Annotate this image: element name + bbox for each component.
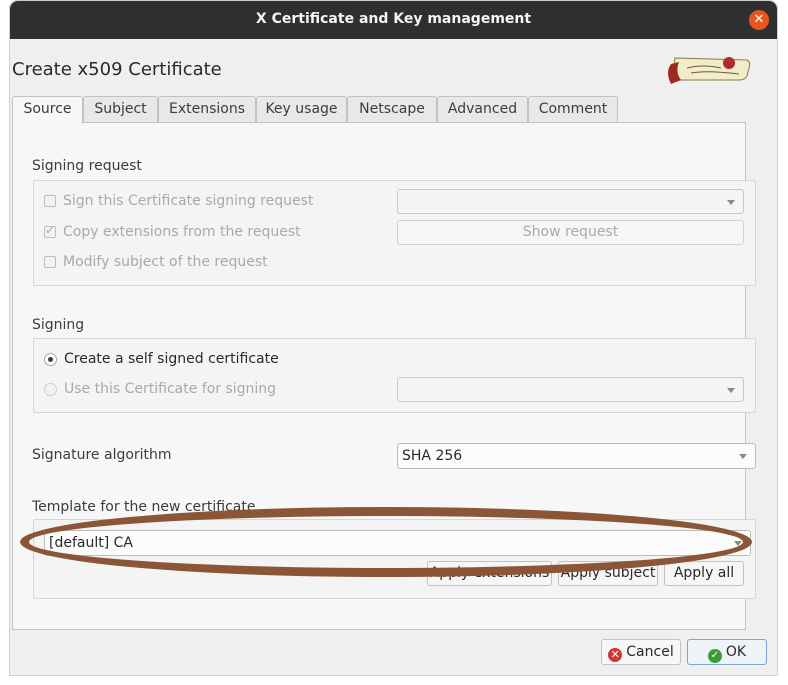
copy-extensions-checkbox[interactable]: ✓	[44, 223, 56, 238]
tab-comment[interactable]: Comment	[528, 96, 618, 122]
check-icon: ✓	[45, 223, 56, 237]
ok-label: OK	[725, 644, 747, 660]
signature-algorithm-select[interactable]: SHA 256	[397, 443, 756, 469]
cancel-button[interactable]: ✕ Cancel	[601, 639, 681, 665]
modify-subject-label: Modify subject of the request	[63, 254, 268, 270]
tab-source[interactable]: Source	[12, 96, 83, 124]
sign-csr-checkbox[interactable]	[44, 195, 56, 207]
modify-subject-checkbox[interactable]	[44, 256, 56, 268]
show-request-button[interactable]: Show request	[397, 220, 744, 245]
xca-logo	[668, 57, 751, 84]
tab-key-usage[interactable]: Key usage	[256, 96, 347, 122]
signing-cert-select[interactable]	[397, 377, 744, 402]
ok-icon: ✓	[707, 649, 722, 663]
chevron-down-icon	[727, 387, 735, 393]
chevron-down-icon	[727, 199, 735, 205]
tab-subject[interactable]: Subject	[83, 96, 158, 122]
cancel-label: Cancel	[626, 644, 674, 660]
window-title: X Certificate and Key management	[255, 11, 532, 27]
signature-algorithm-value: SHA 256	[402, 448, 463, 464]
use-cert-radio[interactable]	[44, 383, 57, 396]
tab-extensions[interactable]: Extensions	[158, 96, 256, 122]
tab-netscape[interactable]: Netscape	[347, 96, 437, 122]
chevron-down-icon	[739, 454, 747, 459]
close-icon[interactable]: ✕	[749, 10, 769, 30]
ok-button[interactable]: ✓ OK	[687, 639, 767, 665]
tab-advanced[interactable]: Advanced	[437, 96, 528, 122]
signing-label: Signing	[32, 317, 85, 333]
apply-all-button[interactable]: Apply all	[664, 561, 744, 586]
annotation-ellipse	[20, 507, 752, 577]
copy-extensions-label: Copy extensions from the request	[63, 224, 301, 240]
dialog-heading: Create x509 Certificate	[12, 59, 222, 80]
signature-algorithm-label: Signature algorithm	[32, 447, 172, 463]
titlebar: X Certificate and Key management ✕	[10, 1, 777, 39]
use-cert-label: Use this Certificate for signing	[64, 381, 277, 397]
sign-csr-label: Sign this Certificate signing request	[63, 193, 314, 209]
self-signed-label: Create a self signed certificate	[64, 351, 279, 367]
self-signed-radio[interactable]	[44, 353, 57, 366]
signing-request-label: Signing request	[32, 158, 142, 174]
csr-select[interactable]	[397, 189, 744, 214]
cancel-icon: ✕	[608, 648, 623, 662]
